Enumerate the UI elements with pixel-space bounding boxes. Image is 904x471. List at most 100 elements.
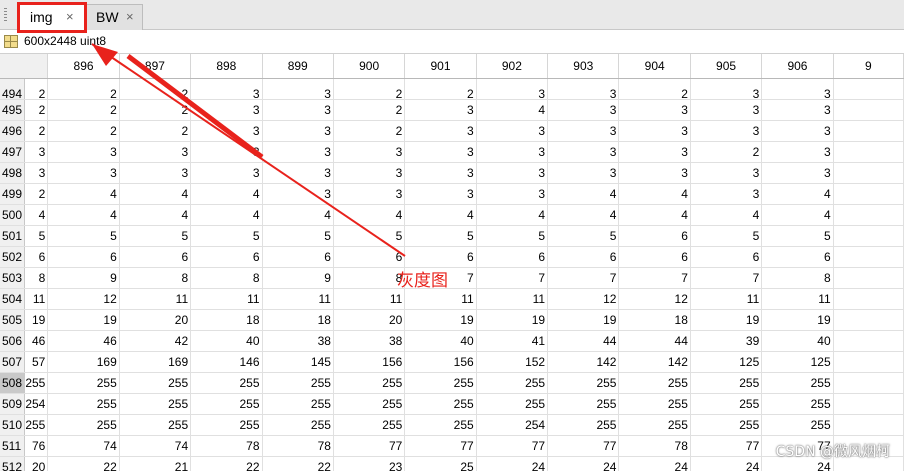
table-cell[interactable]: 3 bbox=[262, 183, 334, 205]
table-cell[interactable]: 255 bbox=[547, 414, 620, 436]
table-cell[interactable]: 255 bbox=[476, 372, 549, 394]
table-cell[interactable]: 142 bbox=[618, 351, 691, 373]
table-cell[interactable]: 4 bbox=[190, 183, 263, 205]
table-cell-empty[interactable] bbox=[833, 141, 904, 163]
table-cell[interactable]: 78 bbox=[190, 435, 263, 457]
table-cell[interactable]: 3 bbox=[262, 162, 334, 184]
table-cell[interactable]: 3 bbox=[262, 120, 334, 142]
table-cell[interactable]: 2 bbox=[47, 78, 120, 100]
table-cell[interactable]: 3 bbox=[476, 162, 549, 184]
row-header[interactable]: 510 bbox=[0, 414, 26, 436]
table-cell[interactable]: 40 bbox=[761, 330, 834, 352]
table-cell[interactable]: 77 bbox=[547, 435, 620, 457]
table-cell[interactable]: 2 bbox=[119, 120, 192, 142]
table-cell[interactable]: 255 bbox=[690, 393, 763, 415]
table-cell[interactable]: 3 bbox=[404, 183, 477, 205]
table-cell[interactable]: 19 bbox=[761, 309, 834, 331]
table-cell[interactable]: 3 bbox=[190, 78, 263, 100]
table-cell[interactable]: 255 bbox=[24, 414, 49, 436]
table-cell[interactable]: 39 bbox=[690, 330, 763, 352]
table-cell[interactable]: 3 bbox=[761, 120, 834, 142]
table-cell[interactable]: 4 bbox=[618, 183, 691, 205]
table-cell[interactable]: 12 bbox=[547, 288, 620, 310]
table-cell[interactable]: 18 bbox=[262, 309, 334, 331]
table-cell[interactable]: 11 bbox=[119, 288, 192, 310]
table-cell[interactable]: 6 bbox=[618, 225, 691, 247]
table-cell[interactable]: 255 bbox=[119, 393, 192, 415]
table-cell[interactable]: 25 bbox=[404, 456, 477, 471]
table-cell[interactable]: 11 bbox=[476, 288, 549, 310]
table-cell[interactable]: 3 bbox=[690, 99, 763, 121]
row-header[interactable]: 503 bbox=[0, 267, 26, 289]
table-cell[interactable]: 21 bbox=[119, 456, 192, 471]
table-cell-empty[interactable] bbox=[833, 183, 904, 205]
table-cell[interactable]: 169 bbox=[47, 351, 120, 373]
table-cell[interactable]: 9 bbox=[262, 267, 334, 289]
table-cell-empty[interactable] bbox=[833, 225, 904, 247]
table-cell[interactable]: 4 bbox=[190, 204, 263, 226]
table-cell[interactable]: 2 bbox=[333, 78, 406, 100]
table-cell[interactable]: 3 bbox=[547, 162, 620, 184]
table-cell[interactable]: 3 bbox=[761, 141, 834, 163]
table-cell[interactable]: 2 bbox=[404, 78, 477, 100]
table-cell[interactable]: 3 bbox=[618, 120, 691, 142]
table-cell[interactable]: 3 bbox=[24, 141, 49, 163]
table-cell[interactable]: 255 bbox=[618, 372, 691, 394]
table-cell[interactable]: 4 bbox=[24, 204, 49, 226]
table-cell[interactable]: 125 bbox=[690, 351, 763, 373]
table-cell[interactable]: 40 bbox=[404, 330, 477, 352]
table-cell[interactable]: 24 bbox=[547, 456, 620, 471]
table-cell-empty[interactable] bbox=[833, 288, 904, 310]
table-cell[interactable]: 6 bbox=[47, 246, 120, 268]
table-cell[interactable]: 4 bbox=[333, 204, 406, 226]
table-cell[interactable]: 5 bbox=[476, 225, 549, 247]
table-cell[interactable]: 22 bbox=[47, 456, 120, 471]
table-cell[interactable]: 78 bbox=[262, 435, 334, 457]
table-cell[interactable]: 5 bbox=[262, 225, 334, 247]
table-cell[interactable]: 255 bbox=[262, 393, 334, 415]
table-cell[interactable]: 3 bbox=[618, 162, 691, 184]
table-cell[interactable]: 3 bbox=[690, 78, 763, 100]
tab-bw[interactable]: BW × bbox=[85, 4, 143, 30]
table-cell[interactable]: 3 bbox=[618, 99, 691, 121]
table-cell[interactable]: 145 bbox=[262, 351, 334, 373]
column-header[interactable]: 902 bbox=[476, 54, 549, 79]
table-cell[interactable]: 6 bbox=[24, 246, 49, 268]
row-header[interactable]: 509 bbox=[0, 393, 26, 415]
table-cell[interactable]: 76 bbox=[24, 435, 49, 457]
row-header[interactable]: 495 bbox=[0, 99, 26, 121]
table-cell[interactable]: 3 bbox=[24, 162, 49, 184]
table-cell[interactable]: 3 bbox=[333, 141, 406, 163]
table-cell[interactable]: 5 bbox=[24, 225, 49, 247]
table-cell[interactable]: 255 bbox=[761, 372, 834, 394]
table-cell[interactable]: 2 bbox=[119, 99, 192, 121]
table-cell[interactable]: 6 bbox=[761, 246, 834, 268]
table-cell[interactable]: 20 bbox=[24, 456, 49, 471]
table-cell[interactable]: 3 bbox=[262, 78, 334, 100]
table-cell[interactable]: 3 bbox=[119, 141, 192, 163]
table-cell[interactable]: 4 bbox=[119, 204, 192, 226]
column-header[interactable]: 906 bbox=[761, 54, 834, 79]
column-header[interactable]: 901 bbox=[404, 54, 477, 79]
table-cell[interactable]: 6 bbox=[262, 246, 334, 268]
table-cell[interactable]: 24 bbox=[690, 456, 763, 471]
row-header[interactable]: 505 bbox=[0, 309, 26, 331]
table-cell-empty[interactable] bbox=[833, 393, 904, 415]
row-header[interactable]: 511 bbox=[0, 435, 26, 457]
table-cell[interactable]: 255 bbox=[262, 372, 334, 394]
table-cell[interactable]: 3 bbox=[690, 183, 763, 205]
table-cell[interactable]: 3 bbox=[404, 99, 477, 121]
table-cell[interactable]: 42 bbox=[119, 330, 192, 352]
table-cell[interactable]: 255 bbox=[47, 372, 120, 394]
table-cell[interactable]: 254 bbox=[476, 414, 549, 436]
column-header[interactable]: 897 bbox=[119, 54, 192, 79]
table-cell[interactable]: 8 bbox=[119, 267, 192, 289]
table-cell[interactable]: 3 bbox=[618, 141, 691, 163]
table-cell[interactable]: 255 bbox=[47, 414, 120, 436]
table-cell[interactable]: 3 bbox=[190, 141, 263, 163]
corner-cell[interactable] bbox=[0, 54, 49, 79]
table-cell[interactable]: 19 bbox=[547, 309, 620, 331]
table-cell[interactable]: 20 bbox=[119, 309, 192, 331]
table-cell[interactable]: 24 bbox=[476, 456, 549, 471]
row-header[interactable]: 498 bbox=[0, 162, 26, 184]
